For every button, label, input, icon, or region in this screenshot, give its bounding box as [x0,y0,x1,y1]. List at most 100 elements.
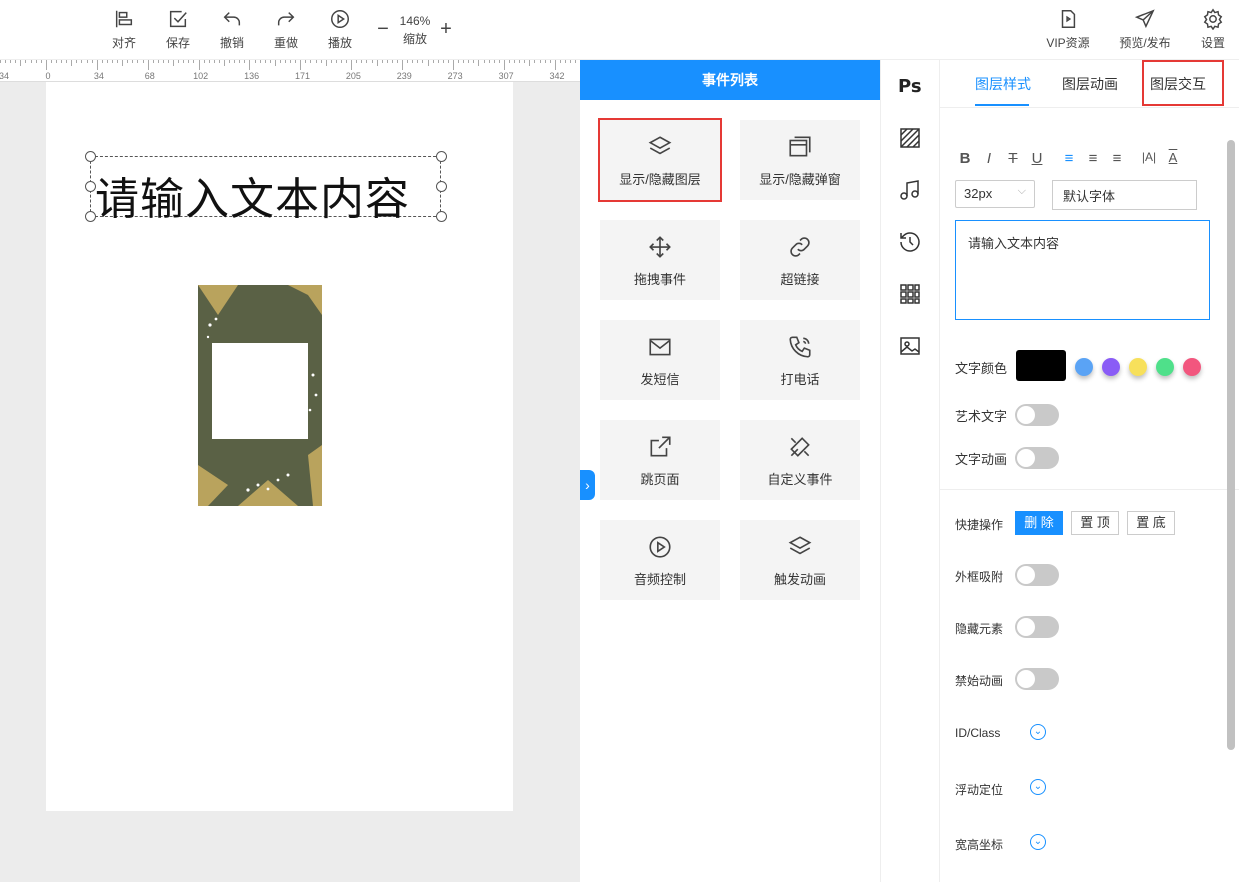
ruler-tick [249,60,251,70]
play-circle-icon [649,536,671,558]
text-content-input[interactable]: 请输入文本内容 [955,220,1210,320]
undo-button[interactable]: 撤销 [207,8,257,51]
resize-handle-top-right[interactable] [436,151,447,162]
event-toggle-popup[interactable]: 显示/隐藏弹窗 [740,120,860,200]
resize-handle-top-left[interactable] [85,151,96,162]
chevron-down-icon: ⌵ [1017,185,1026,197]
resize-handle-right[interactable] [436,181,447,192]
page-canvas[interactable]: 请输入文本内容 [46,82,513,811]
text-layer[interactable]: 请输入文本内容 [85,151,447,225]
tab-layer-style[interactable]: 图层样式 [975,74,1031,94]
event-drag[interactable]: 拖拽事件 [600,220,720,300]
resize-handle-bottom-right[interactable] [436,211,447,222]
collapse-panel-tab[interactable]: › [580,470,595,500]
disable-animation-label: 禁始动画 [955,674,1004,688]
align-center-icon[interactable]: ≡ [1084,150,1102,167]
ruler-tick [453,60,454,70]
align-right-icon[interactable]: ≡ [1108,150,1126,167]
ruler-tick [285,60,287,63]
italic-icon[interactable]: I [980,150,998,167]
ruler-tick [101,60,103,63]
redo-button[interactable]: 重做 [261,8,311,51]
ruler-tick [244,60,246,63]
music-icon[interactable] [898,178,922,202]
text-color-swatch[interactable] [1016,350,1066,381]
line-height-icon[interactable]: A [1164,150,1182,167]
event-toggle-layer[interactable]: 显示/隐藏图层 [598,118,722,202]
vip-resource-button[interactable]: VIP资源 [1040,8,1096,51]
settings-button[interactable]: 设置 [1188,8,1238,51]
event-trigger-animation[interactable]: 触发动画 [740,520,860,600]
delete-button[interactable]: 删 除 [1015,511,1063,535]
snap-border-toggle[interactable] [1015,564,1059,586]
ruler-label: 342 [549,71,565,81]
save-button[interactable]: 保存 [153,8,203,51]
texture-icon[interactable] [898,126,922,150]
ruler-tick [534,60,536,63]
zoom-out-button[interactable]: − [373,18,393,41]
ruler-tick [106,60,108,63]
ruler-tick [412,60,414,63]
ruler-tick [259,60,261,63]
palette-color-yellow[interactable] [1129,358,1147,376]
palette-color-purple[interactable] [1102,358,1120,376]
history-icon[interactable] [898,230,922,254]
id-class-expand-icon[interactable]: ⌄ [1030,724,1046,740]
link-icon [790,237,810,257]
tab-layer-animation[interactable]: 图层动画 [1062,74,1118,94]
ruler-label: 171 [294,71,311,81]
bring-to-top-button[interactable]: 置 顶 [1071,511,1119,535]
align-left-icon[interactable]: ≡ [1060,150,1078,167]
ps-icon[interactable]: Ps [898,76,922,97]
ruler-label: 273 [447,71,463,81]
ruler-tick [341,60,343,63]
play-button[interactable]: 播放 [315,8,365,51]
resize-handle-bottom-left[interactable] [85,211,96,222]
property-panel-scrollbar[interactable] [1227,140,1235,750]
event-jump-page[interactable]: 跳页面 [600,420,720,500]
art-text-toggle[interactable] [1015,404,1059,426]
bold-icon[interactable]: B [956,150,974,167]
resize-handle-left[interactable] [85,181,96,192]
ruler-tick [432,60,434,63]
size-coords-expand-icon[interactable]: ⌄ [1030,834,1046,850]
font-size-select[interactable]: 32px ⌵ [955,180,1035,208]
disable-animation-toggle[interactable] [1015,668,1059,690]
ruler-tick [310,60,312,63]
palette-color-blue[interactable] [1075,358,1093,376]
event-audio-control[interactable]: 音频控制 [600,520,720,600]
palette-color-green[interactable] [1156,358,1174,376]
ruler-tick [0,60,1,63]
event-custom[interactable]: 自定义事件 [740,420,860,500]
underline-icon[interactable]: U [1028,150,1046,167]
event-hyperlink[interactable]: 超链接 [740,220,860,300]
float-position-expand-icon[interactable]: ⌄ [1030,779,1046,795]
preview-publish-button[interactable]: 预览/发布 [1114,8,1176,51]
palette-color-pink[interactable] [1183,358,1201,376]
event-call[interactable]: 打电话 [740,320,860,400]
ruler-tick [218,60,220,63]
ruler-tick [269,60,271,63]
font-family-input[interactable]: 默认字体 [1052,180,1197,210]
ruler-tick [35,60,37,63]
strikethrough-icon[interactable]: T [1004,150,1022,167]
event-sms[interactable]: 发短信 [600,320,720,400]
image-layer[interactable] [198,285,322,506]
letter-spacing-icon[interactable]: |A| [1140,150,1158,167]
grid-icon[interactable] [898,282,922,306]
ruler-tick [55,60,57,63]
zoom-in-button[interactable]: + [436,18,456,41]
phone-icon [789,336,811,358]
ruler-tick [564,60,566,63]
hide-element-toggle[interactable] [1015,616,1059,638]
ruler-tick [381,60,383,63]
align-button[interactable]: 对齐 [99,8,149,51]
text-layer-content: 请输入文本内容 [95,174,410,225]
ruler-tick [274,60,276,66]
image-icon[interactable] [898,334,922,358]
ruler-tick [351,60,353,70]
ruler-tick [91,60,93,63]
text-animation-toggle[interactable] [1015,447,1059,469]
send-to-bottom-button[interactable]: 置 底 [1127,511,1175,535]
ruler-tick [483,60,485,63]
